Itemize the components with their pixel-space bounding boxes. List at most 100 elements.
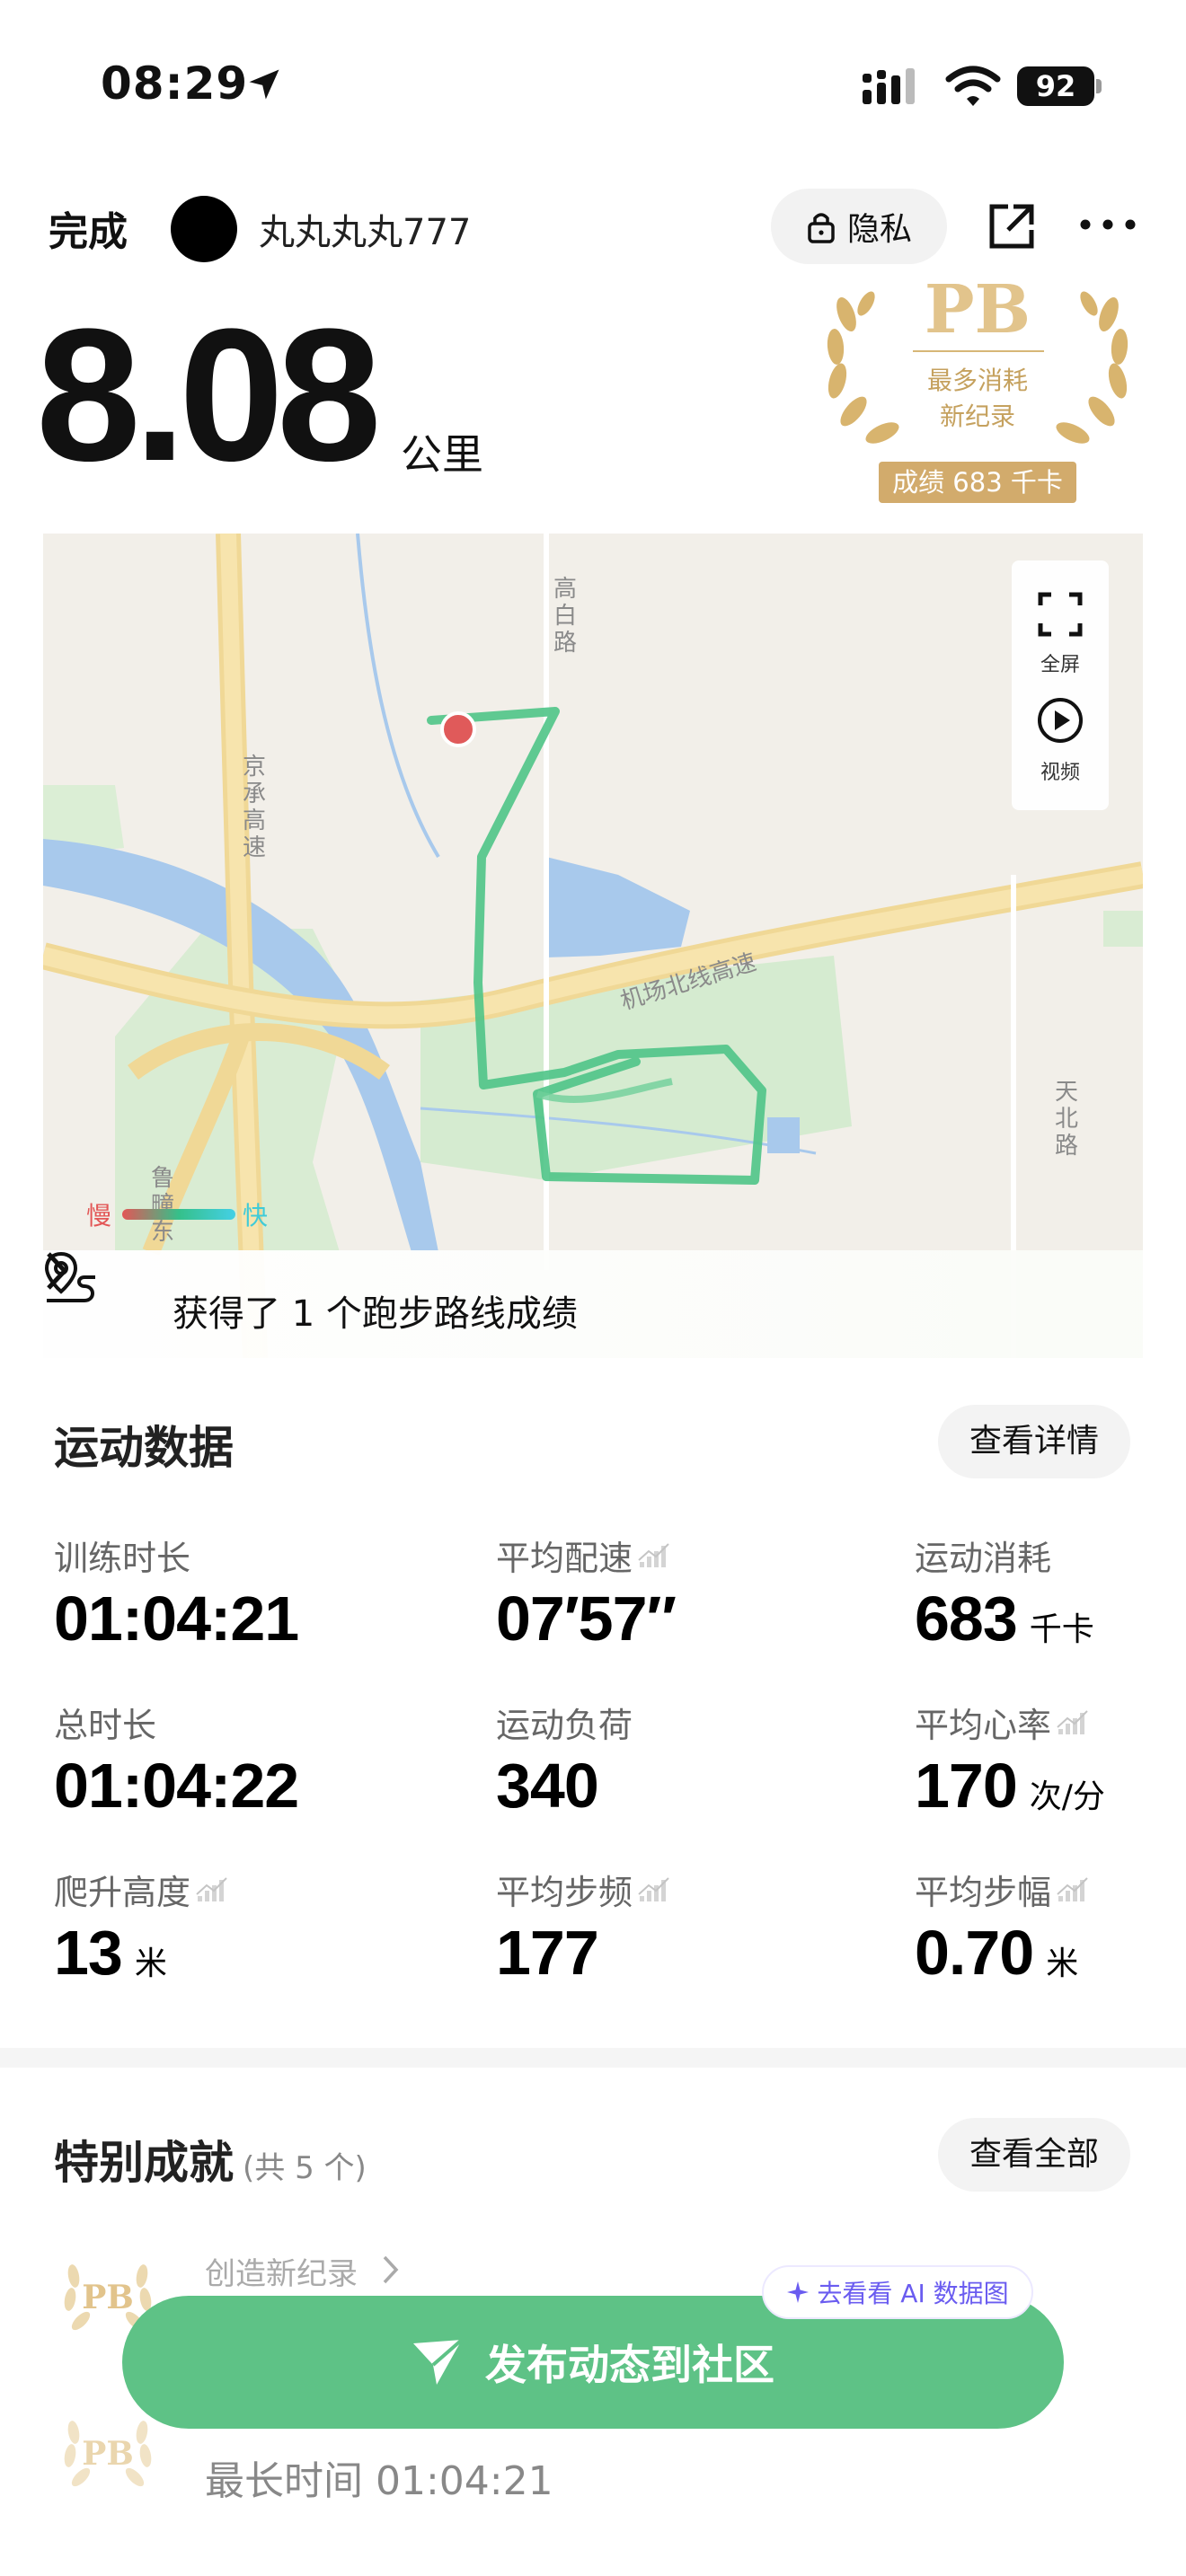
pb-achievement-icon: PB — [64, 2421, 152, 2487]
ai-chart-label: 去看看 AI 数据图 — [817, 2279, 1009, 2308]
trend-chart-icon[interactable] — [1057, 1709, 1089, 1736]
privacy-label: 隐私 — [846, 211, 912, 248]
distance-value: 8.08 — [36, 289, 382, 500]
pb-score: 成绩 683 千卡 — [879, 462, 1076, 503]
achievement-longest-time: 最长时间 01:04:21 — [205, 2458, 553, 2504]
stat-label-text: 平均步幅 — [915, 1873, 1052, 1912]
map-road-label: 高 — [553, 576, 577, 603]
publish-label: 发布动态到社区 — [485, 2341, 774, 2389]
stat-label: 运动负荷 — [496, 1698, 633, 1747]
more-options-icon[interactable] — [1076, 207, 1139, 243]
stat-label-text: 总时长 — [54, 1706, 157, 1745]
stat-unit: 次/分 — [1029, 1778, 1105, 1815]
map-canvas: 高 白 路 京 承 高 速 天 北 路 鲁 疃 东 机场北线高速 — [43, 534, 1143, 1358]
stat-value: 13 米 — [54, 1917, 167, 1989]
stat-label-text: 平均配速 — [496, 1539, 633, 1578]
stat-value-text: 01:04:21 — [54, 1584, 299, 1654]
distance-unit: 公里 — [401, 430, 483, 479]
map-road-label: 路 — [1055, 1133, 1078, 1160]
view-all-button[interactable]: 查看全部 — [938, 2118, 1130, 2192]
chevron-right-icon — [383, 2255, 399, 2284]
pb-divider — [913, 350, 1044, 352]
stat-label: 平均步幅 — [915, 1865, 1089, 1914]
fullscreen-icon[interactable] — [1037, 591, 1084, 638]
legend-slow: 慢 — [86, 1201, 112, 1231]
pb-line-2: 新纪录 — [939, 401, 1015, 431]
trend-chart-icon[interactable] — [638, 1876, 670, 1903]
status-time: 08:29 — [101, 57, 249, 110]
achievement-subtitle[interactable]: 创造新纪录 — [205, 2249, 358, 2293]
stat-label-text: 训练时长 — [54, 1539, 191, 1578]
map-road-label: 高 — [243, 807, 266, 834]
map-road-label: 速 — [243, 834, 266, 861]
stat-value: 07′57″ — [496, 1583, 677, 1654]
cellular-signal-icon — [863, 68, 915, 104]
privacy-button[interactable]: 隐私 — [771, 189, 947, 264]
avatar[interactable] — [171, 196, 237, 262]
view-details-button[interactable]: 查看详情 — [938, 1405, 1130, 1478]
stat-value: 177 — [496, 1917, 599, 1989]
trend-chart-icon[interactable] — [196, 1876, 228, 1903]
map-road-label: 北 — [1055, 1106, 1078, 1133]
stat-unit: 千卡 — [1029, 1611, 1094, 1648]
battery-indicator: 92 — [1017, 66, 1102, 106]
stat-value-text: 01:04:22 — [54, 1751, 299, 1821]
stat-label: 运动消耗 — [915, 1531, 1051, 1580]
trend-chart-icon[interactable] — [1057, 1876, 1089, 1903]
stat-label: 平均步频 — [496, 1865, 670, 1914]
svg-text:PB: PB — [82, 2435, 134, 2473]
top-nav: 完成 丸丸丸丸777 隐私 — [0, 180, 1186, 278]
stat-label: 训练时长 — [54, 1531, 190, 1580]
sparkle-icon — [787, 2281, 810, 2303]
svg-text:PB: PB — [82, 2279, 134, 2316]
battery-level: 92 — [1017, 66, 1094, 106]
stat-value-text: 170 — [915, 1751, 1018, 1821]
map-road-label: 京 — [243, 754, 266, 781]
section-divider — [0, 2048, 1186, 2068]
stat-value-text: 07′57″ — [496, 1584, 677, 1654]
share-icon[interactable] — [987, 201, 1037, 251]
video-label[interactable]: 视频 — [1012, 756, 1109, 785]
stat-label-text: 平均步频 — [496, 1873, 633, 1912]
route-achievement-banner[interactable]: 获得了 1 个跑步路线成绩 — [43, 1250, 1143, 1358]
stat-value-text: 13 — [54, 1918, 123, 1988]
username[interactable]: 丸丸丸丸777 — [259, 203, 471, 255]
wifi-icon — [945, 66, 1001, 106]
stat-label-text: 运动负荷 — [496, 1706, 633, 1745]
map-road-label: 白 — [553, 603, 577, 630]
stat-value: 01:04:22 — [54, 1750, 299, 1822]
stat-value: 0.70 米 — [915, 1917, 1078, 1989]
stat-unit: 米 — [1046, 1945, 1079, 1982]
route-map[interactable]: 高 白 路 京 承 高 速 天 北 路 鲁 疃 东 机场北线高速 全屏 视频 慢 — [43, 534, 1143, 1358]
stat-label-text: 平均心率 — [915, 1706, 1052, 1745]
stat-label: 平均心率 — [915, 1698, 1089, 1747]
achievements-title-text: 特别成就 — [54, 2137, 234, 2189]
stat-value-text: 683 — [915, 1584, 1018, 1654]
fullscreen-label[interactable]: 全屏 — [1012, 648, 1109, 677]
stat-value: 170 次/分 — [915, 1750, 1105, 1822]
stat-value: 683 千卡 — [915, 1583, 1094, 1654]
stat-value-text: 340 — [496, 1751, 599, 1821]
status-bar: 08:29 92 — [0, 0, 1186, 171]
map-road-label: 天 — [1055, 1079, 1078, 1106]
route-achievement-text: 获得了 1 个跑步路线成绩 — [173, 1293, 578, 1335]
legend-fast: 快 — [243, 1201, 269, 1231]
stat-value: 340 — [496, 1750, 599, 1822]
legend-gradient — [122, 1209, 235, 1220]
stat-label: 平均配速 — [496, 1531, 670, 1580]
map-controls: 全屏 视频 — [1012, 560, 1109, 810]
done-button[interactable]: 完成 — [49, 199, 128, 257]
send-icon — [413, 2338, 464, 2385]
trend-chart-icon[interactable] — [638, 1542, 670, 1569]
stat-label-text: 爬升高度 — [54, 1873, 191, 1912]
play-video-icon[interactable] — [1037, 697, 1084, 744]
stat-label: 总时长 — [54, 1698, 156, 1747]
ai-chart-button[interactable]: 去看看 AI 数据图 — [762, 2265, 1033, 2319]
stat-label-text: 运动消耗 — [915, 1539, 1052, 1578]
map-road-label: 东 — [151, 1219, 174, 1246]
stat-unit: 米 — [134, 1945, 167, 1982]
pb-record-badge[interactable]: PB 最多消耗 新纪录 成绩 683 千卡 — [816, 277, 1139, 503]
stat-value: 01:04:21 — [54, 1583, 299, 1654]
stat-value-text: 177 — [496, 1918, 599, 1988]
chevron-right-icon — [47, 1252, 68, 1290]
